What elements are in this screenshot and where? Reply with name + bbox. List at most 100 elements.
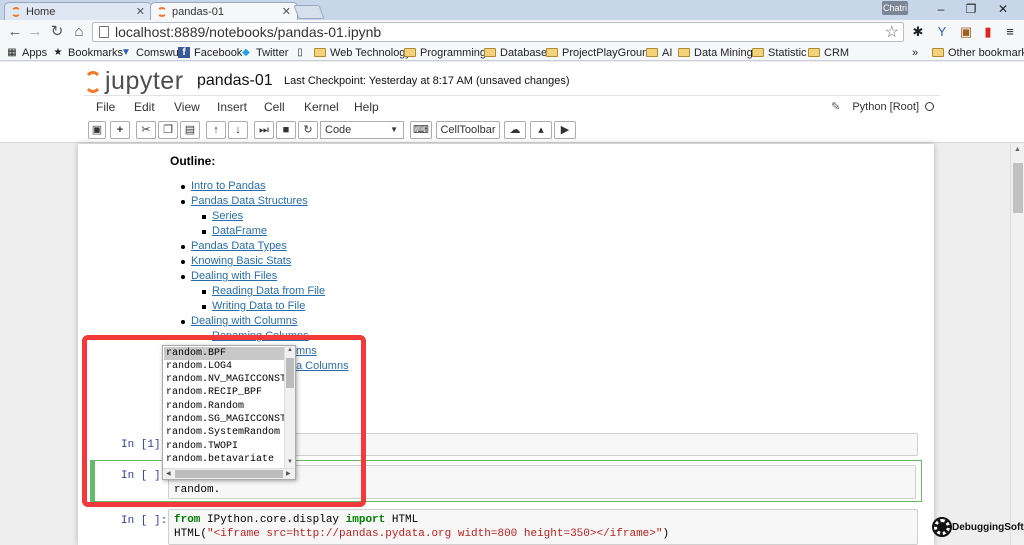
run-icon[interactable]: ⏭ xyxy=(254,121,274,139)
restart-icon[interactable]: ↻ xyxy=(298,121,318,139)
new-tab-button[interactable] xyxy=(293,5,325,19)
menu-view[interactable]: View xyxy=(174,100,200,114)
tab-pandas-01[interactable]: pandas-01 ✕ xyxy=(150,2,298,20)
folder-icon xyxy=(752,48,764,57)
menu-kernel[interactable]: Kernel xyxy=(304,100,339,114)
browser-toolbar: ← → ↻ ⌂ ☆ ✱ Y ▣ ▮ ≡ xyxy=(0,20,1024,44)
extension-box-icon[interactable]: ▣ xyxy=(958,24,974,40)
kernel-indicator: ✎ Python [Root] xyxy=(831,100,934,113)
close-icon[interactable]: ✕ xyxy=(282,5,291,18)
star-icon: ★ xyxy=(53,47,63,58)
bookmark-star-icon[interactable]: ☆ xyxy=(885,22,899,42)
keyboard-icon[interactable]: ⌨ xyxy=(410,121,432,139)
stop-icon[interactable]: ■ xyxy=(276,121,296,139)
bookmark-folder-programming[interactable]: Programming xyxy=(404,45,486,60)
scrollbar-thumb[interactable] xyxy=(1013,163,1023,213)
extension-bug-icon[interactable]: ✱ xyxy=(910,24,926,40)
kernel-status-icon xyxy=(925,102,934,111)
code-keyword: from xyxy=(174,514,201,526)
home-icon[interactable]: ⌂ xyxy=(70,23,88,41)
notebook-name[interactable]: pandas-01 xyxy=(197,72,273,90)
close-window-icon[interactable]: ✕ xyxy=(988,1,1018,17)
toc-link-intro-to-pandas[interactable]: Intro to Pandas xyxy=(191,180,266,192)
bullet xyxy=(181,320,185,324)
slideshow-icon[interactable]: ▶ xyxy=(554,121,576,139)
bookmarks-bar: ▦ Apps ★ Bookmarks ▼ Comswu f Facebook ◆ Twit… xyxy=(0,44,1024,61)
toc-link-knowing-basic-stats[interactable]: Knowing Basic Stats xyxy=(191,255,291,267)
cell-type-select[interactable]: Code ▼ xyxy=(320,121,404,139)
presentation-icon[interactable]: ▴ xyxy=(530,121,552,139)
bookmark-folder-database[interactable]: Database xyxy=(484,45,547,60)
cell-type-value: Code xyxy=(325,124,352,136)
bookmark-folder-web-technology[interactable]: Web Technology xyxy=(314,45,411,60)
code-cell-input[interactable]: from IPython.core.display import HTML HT… xyxy=(168,509,918,545)
menu-cell[interactable]: Cell xyxy=(264,100,285,114)
move-down-icon[interactable]: ↓ xyxy=(228,121,248,139)
bullet xyxy=(181,185,185,189)
bookmark-facebook[interactable]: f Facebook xyxy=(178,45,242,60)
add-cell-icon[interactable]: + xyxy=(110,121,130,139)
bookmark-folder-statistic[interactable]: Statistic xyxy=(752,45,807,60)
back-arrow-icon[interactable]: ← xyxy=(6,23,24,41)
save-icon[interactable]: ▣ xyxy=(88,121,106,139)
outline-heading: Outline: xyxy=(170,154,216,168)
toc-link-pandas-data-types[interactable]: Pandas Data Types xyxy=(191,240,287,252)
maximize-icon[interactable]: ❐ xyxy=(956,1,986,17)
cut-icon[interactable]: ✂ xyxy=(136,121,156,139)
extension-y-icon[interactable]: Y xyxy=(934,24,950,40)
address-bar[interactable]: ☆ xyxy=(92,22,904,42)
bookmark-page[interactable]: ▯ xyxy=(294,45,310,60)
user-profile-badge[interactable]: Chatri xyxy=(882,1,908,15)
cell-prompt: In [ ]: xyxy=(121,515,168,527)
copy-icon[interactable]: ❐ xyxy=(158,121,178,139)
bullet xyxy=(181,245,185,249)
code-text: HTML( xyxy=(174,528,208,540)
menu-hamburger-icon[interactable]: ≡ xyxy=(1002,24,1018,40)
folder-icon xyxy=(314,48,326,57)
celltoolbar-button[interactable]: CellToolbar xyxy=(436,121,500,139)
bookmark-folder-other[interactable]: Other bookmarks xyxy=(932,45,1024,60)
bookmark-folder-projectplayground[interactable]: ProjectPlayGrounD xyxy=(546,45,656,60)
toc-link-writing-data-to-file[interactable]: Writing Data to File xyxy=(212,300,305,312)
toc-link-dealing-with-columns[interactable]: Dealing with Columns xyxy=(191,315,297,327)
checkpoint-status: Last Checkpoint: Yesterday at 8:17 AM (u… xyxy=(284,75,570,87)
menu-bar: File Edit View Insert Cell Kernel Help ✎… xyxy=(84,95,940,119)
minimize-icon[interactable]: – xyxy=(926,1,956,17)
cloud-upload-icon[interactable]: ☁ xyxy=(504,121,526,139)
toc-link-reading-data-from-file[interactable]: Reading Data from File xyxy=(212,285,325,297)
move-up-icon[interactable]: ↑ xyxy=(206,121,226,139)
code-text: HTML xyxy=(385,514,419,526)
reload-icon[interactable]: ↻ xyxy=(48,23,66,41)
bookmark-twitter[interactable]: ◆ Twitter xyxy=(240,45,288,60)
extension-bookmark-icon[interactable]: ▮ xyxy=(980,24,996,40)
jupyter-logo[interactable]: jupyter xyxy=(84,67,184,96)
menu-file[interactable]: File xyxy=(96,100,115,114)
bookmark-apps[interactable]: ▦ Apps xyxy=(6,45,47,60)
bookmark-bookmarks[interactable]: ★ Bookmarks xyxy=(52,45,124,60)
bookmark-folder-ai[interactable]: AI xyxy=(646,45,672,60)
toc-link-dealing-with-files[interactable]: Dealing with Files xyxy=(191,270,277,282)
menu-help[interactable]: Help xyxy=(354,100,379,114)
bookmark-comswu[interactable]: ▼ Comswu xyxy=(120,45,179,60)
folder-icon xyxy=(932,48,944,57)
menu-insert[interactable]: Insert xyxy=(217,100,247,114)
forward-arrow-icon[interactable]: → xyxy=(26,23,44,41)
bookmark-folder-crm[interactable]: CRM xyxy=(808,45,849,60)
gear-icon xyxy=(932,517,952,537)
toc-link-dataframe[interactable]: DataFrame xyxy=(212,225,267,237)
jupyter-favicon-icon xyxy=(11,6,21,17)
jupyter-header: jupyter pandas-01 Last Checkpoint: Yeste… xyxy=(0,62,1024,143)
url-input[interactable] xyxy=(115,24,885,40)
tab-title: Home xyxy=(26,5,56,18)
scroll-up-icon[interactable]: ▲ xyxy=(1014,146,1021,153)
menu-edit[interactable]: Edit xyxy=(134,100,155,114)
paste-icon[interactable]: ▤ xyxy=(180,121,200,139)
toc-link-pandas-data-structures[interactable]: Pandas Data Structures xyxy=(191,195,308,207)
bookmark-folder-data-mining[interactable]: Data Mining xyxy=(678,45,753,60)
bookmarks-overflow-icon[interactable]: » xyxy=(912,45,918,60)
tab-home[interactable]: Home ✕ xyxy=(4,2,152,20)
page-scrollbar[interactable]: ▲ xyxy=(1010,144,1024,545)
folder-icon xyxy=(646,48,658,57)
close-icon[interactable]: ✕ xyxy=(136,5,145,18)
toc-link-series[interactable]: Series xyxy=(212,210,243,222)
